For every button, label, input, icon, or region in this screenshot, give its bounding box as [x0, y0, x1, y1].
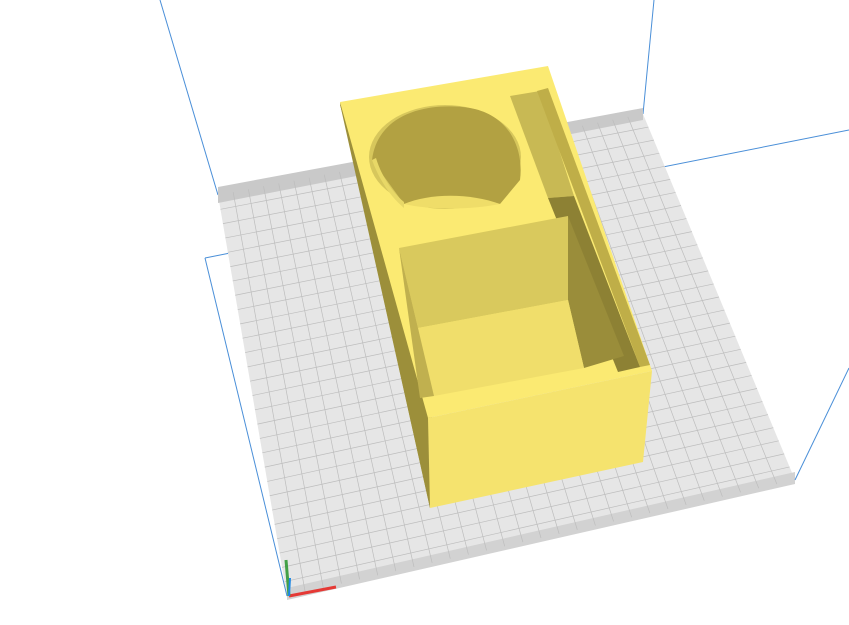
scene-canvas[interactable]	[0, 0, 849, 625]
cylindrical-cup[interactable]	[369, 105, 521, 209]
build-volume-edge	[642, 0, 655, 115]
build-volume-edge	[794, 367, 849, 481]
build-volume-edge	[159, 0, 219, 196]
z-axis-line	[288, 577, 291, 597]
3d-viewport[interactable]	[0, 0, 849, 625]
